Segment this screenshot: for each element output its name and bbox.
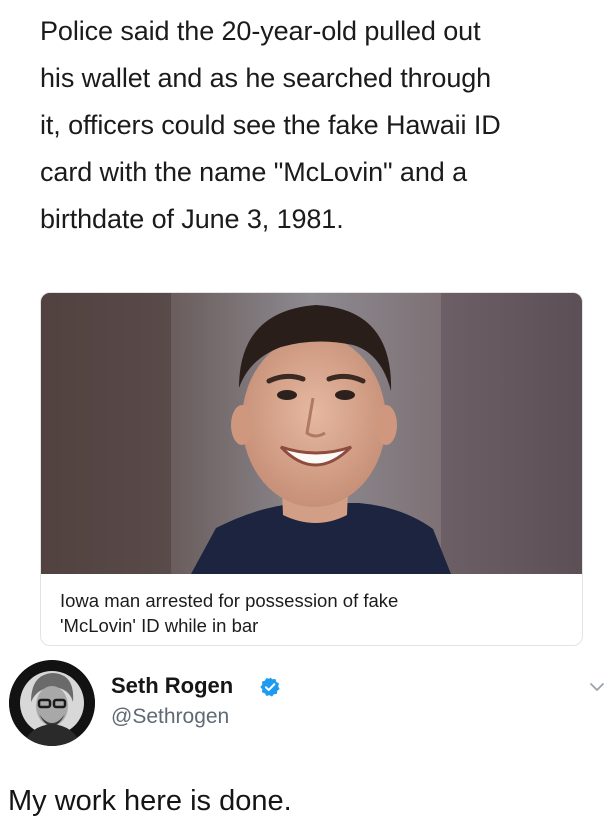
article-headline[interactable]: Iowa man arrested for possession of fake…: [60, 588, 560, 638]
quote-line: it, officers could see the fake Hawaii I…: [40, 110, 501, 140]
chevron-down-icon[interactable]: [588, 680, 606, 694]
avatar[interactable]: [9, 660, 95, 746]
avatar-image: [9, 660, 95, 746]
post-quote-text: Police said the 20-year-old pulled out h…: [40, 8, 600, 243]
verified-badge-icon: [260, 677, 280, 697]
mugshot-image: [41, 293, 582, 574]
article-card[interactable]: Iowa man arrested for possession of fake…: [40, 292, 583, 646]
tweet-author-name[interactable]: Seth Rogen: [111, 673, 233, 699]
headline-line: 'McLovin' ID while in bar: [60, 615, 259, 636]
tweet-text: My work here is done.: [8, 785, 292, 817]
quote-line: his wallet and as he searched through: [40, 63, 492, 93]
article-photo[interactable]: [41, 293, 582, 574]
tweet-handle[interactable]: @Sethrogen: [111, 705, 229, 729]
quote-line: birthdate of June 3, 1981.: [40, 204, 344, 234]
quote-line: card with the name "McLovin" and a: [40, 157, 467, 187]
headline-line: Iowa man arrested for possession of fake: [60, 590, 399, 611]
quote-line: Police said the 20-year-old pulled out: [40, 16, 481, 46]
